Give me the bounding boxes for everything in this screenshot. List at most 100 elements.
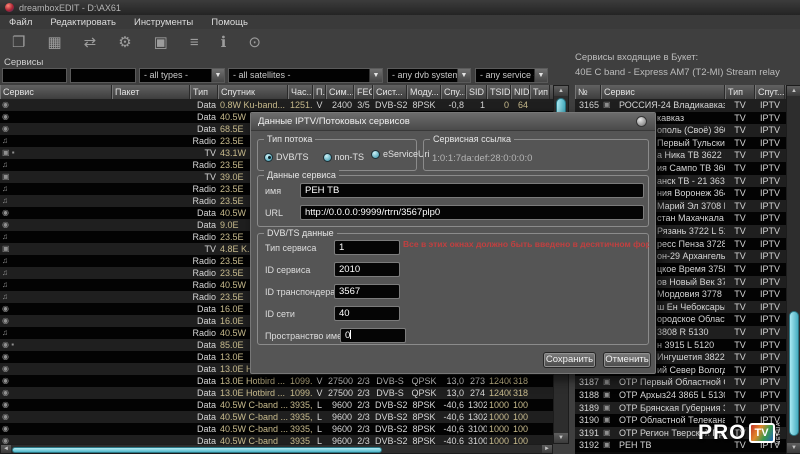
menu-help[interactable]: Помощь [211, 17, 248, 28]
service-row[interactable]: ◉Data13.0E Hotbird ...1099...V275002/3DV… [0, 387, 553, 399]
cell: V [313, 387, 326, 399]
transponder-id-field[interactable]: 3567 [334, 284, 400, 299]
column-header[interactable]: Спу... [441, 85, 466, 99]
bouquet-service-row[interactable]: 3188▣ОТР Архыз24 3865 L 5130TVIPTV [575, 389, 787, 402]
about-icon[interactable]: ⊙ [248, 34, 261, 52]
chevron-down-icon[interactable]: ▼ [457, 69, 470, 82]
bouquet-service-row[interactable]: 3189▣ОТР Брянская Губерния 387...TVIPTV [575, 402, 787, 415]
info-icon[interactable]: ℹ [221, 34, 227, 52]
menu-file[interactable]: Файл [9, 17, 32, 28]
column-header[interactable]: TSID [487, 85, 511, 99]
network-id-field[interactable]: 40 [334, 306, 400, 321]
right-table-header[interactable]: №СервисТипСпут... [575, 85, 787, 99]
cell: Data [190, 423, 218, 435]
data-icon: ◉ [0, 219, 112, 231]
service-type-field[interactable]: 1 [334, 240, 400, 255]
chevron-down-icon[interactable]: ▼ [534, 69, 547, 82]
dialog-close-button[interactable] [636, 116, 647, 127]
menu-tools[interactable]: Инструменты [134, 17, 193, 28]
bouquet-service-row[interactable]: 3187▣ОТР Первый Областной Ор...TVIPTV [575, 376, 787, 389]
copy-icon[interactable]: ▣ [154, 34, 168, 52]
radio-selected-icon[interactable] [264, 153, 273, 162]
column-header[interactable]: № [575, 85, 601, 99]
cell: 27500 [326, 375, 354, 387]
filter-satellites-dropdown[interactable]: - all satellites - ▼ [228, 68, 383, 83]
bouquet-service-row[interactable]: 3165▣РОССИЯ-24 ВладикавказTVIPTV [575, 99, 787, 112]
radio-nonts[interactable]: non-TS [323, 152, 365, 162]
url-field[interactable]: http://0.0.0.0:9999/rtrn/3567plp0 [300, 205, 644, 220]
service-row[interactable]: ◉Data40.5W C-band ...3935,...L96002/3DVB… [0, 411, 553, 423]
cell: 1099... [288, 387, 313, 399]
scroll-down-icon[interactable]: ▼ [554, 433, 568, 443]
filter-dvb-system-dropdown[interactable]: - any dvb system - ▼ [387, 68, 471, 83]
column-header[interactable]: Спут... [755, 85, 785, 99]
transfer-icon[interactable]: ⇄ [84, 34, 97, 52]
save-button[interactable]: Сохранить [543, 352, 596, 368]
cell: 318 [511, 387, 530, 399]
filter-types-dropdown[interactable]: - all types - ▼ [139, 68, 225, 83]
service-row[interactable]: ◉Data40.5W C-band ...3935,...L96002/3DVB… [0, 399, 553, 411]
service-sat: IPTV [755, 200, 785, 213]
radio-icon[interactable] [323, 153, 332, 162]
settings-gear-icon[interactable]: ⚙ [118, 34, 131, 52]
column-header[interactable]: П... [313, 85, 326, 99]
service-type: TV [725, 200, 755, 213]
column-header[interactable]: Сист... [373, 85, 407, 99]
column-header[interactable]: Сервис [0, 85, 112, 99]
service-id-field[interactable]: 2010 [334, 262, 400, 277]
scroll-up-icon[interactable]: ▲ [554, 86, 568, 96]
cell: Data [190, 387, 218, 399]
chevron-down-icon[interactable]: ▼ [211, 69, 224, 82]
column-header[interactable]: Тип [190, 85, 218, 99]
service-type-label: Тип сервиса [265, 243, 316, 253]
list-icon[interactable]: ≡ [190, 34, 199, 52]
column-header[interactable]: Сервис [601, 85, 725, 99]
radio-icon[interactable] [371, 150, 380, 159]
column-header[interactable]: SID [466, 85, 487, 99]
column-header[interactable]: Тип [725, 85, 755, 99]
filter-service-dropdown[interactable]: - any service - ▼ [475, 68, 548, 83]
name-field[interactable]: РЕН ТВ [300, 183, 644, 198]
filter-input-1[interactable] [2, 68, 67, 83]
namespace-field[interactable]: 0 [340, 328, 406, 343]
radio-dvbts[interactable]: DVB/TS [264, 152, 309, 162]
service-type: TV [725, 301, 755, 314]
column-header[interactable]: NID [511, 85, 530, 99]
column-header[interactable]: Спутник [218, 85, 288, 99]
service-row[interactable]: ◉Data0.8W Ku-band...1251...V24003/5DVB-S… [0, 99, 553, 111]
scroll-left-icon[interactable]: ◄ [1, 445, 11, 453]
right-table-vscrollbar[interactable]: ▲ ▼ [786, 85, 800, 454]
column-header[interactable]: Час... [288, 85, 313, 99]
hscroll-thumb[interactable] [12, 447, 382, 453]
save-icon[interactable]: ▦ [47, 34, 61, 52]
service-row[interactable]: ◉Data40.5W C-band ...3935,...L96002/3DVB… [0, 423, 553, 435]
menu-edit[interactable]: Редактировать [50, 17, 116, 28]
chevron-down-icon[interactable]: ▼ [369, 69, 382, 82]
column-header[interactable]: Тип [530, 85, 550, 99]
cell: 40.5W C-band ... [218, 423, 288, 435]
service-type: TV [725, 149, 755, 162]
cancel-button[interactable]: Отменить [603, 352, 651, 368]
scroll-up-icon[interactable]: ▲ [787, 86, 800, 96]
left-table-hscrollbar[interactable]: ◄ ► [0, 444, 553, 454]
data-icon: ◉ [0, 303, 112, 315]
service-number: 3188 [575, 389, 601, 402]
network-id-label: ID сети [265, 309, 295, 319]
open-icon[interactable]: ❐ [12, 34, 25, 52]
filter-input-2[interactable] [70, 68, 136, 83]
radio-eserviceuri[interactable]: eServiceUri [371, 149, 430, 159]
left-table-header[interactable]: СервисПакетТипСпутникЧас...П...Сим...FEC… [0, 85, 553, 99]
cell [112, 411, 190, 423]
scroll-right-icon[interactable]: ► [542, 445, 552, 453]
service-row[interactable]: ◉Data13.0E Hotbird ...1099...V275002/3DV… [0, 375, 553, 387]
watermark-tv-logo: TV [749, 423, 775, 443]
column-header[interactable]: FEC [354, 85, 373, 99]
service-sat: IPTV [755, 162, 785, 175]
cell [112, 267, 190, 279]
column-header[interactable]: Сим... [326, 85, 354, 99]
cell: Data [190, 411, 218, 423]
service-row[interactable]: ◉Data40.5W C-band3935L96002/3DVB-S28PSK-… [0, 435, 553, 444]
cell: TV [190, 243, 218, 255]
column-header[interactable]: Моду... [407, 85, 441, 99]
column-header[interactable]: Пакет [112, 85, 190, 99]
